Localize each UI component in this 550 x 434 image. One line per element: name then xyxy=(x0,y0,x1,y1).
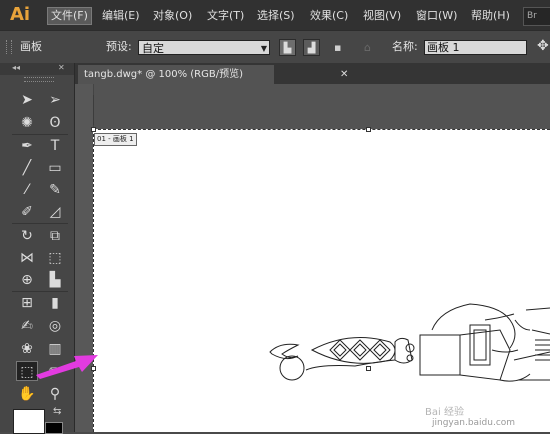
fill-swatch[interactable] xyxy=(13,409,45,434)
pen-tool-icon[interactable]: ✒ xyxy=(16,136,38,156)
artboard-name-input[interactable]: 画板 1 xyxy=(424,40,527,55)
type-tool-icon[interactable]: T xyxy=(44,136,66,156)
direct-selection-tool-icon[interactable]: ➢ xyxy=(44,90,66,110)
width-tool-icon[interactable]: ⋈ xyxy=(16,248,38,268)
document-tab-title: tangb.dwg* @ 100% (RGB/预览) xyxy=(84,69,243,80)
annotation-arrow-icon xyxy=(36,355,98,379)
shape-builder-tool-icon[interactable]: ⊕ xyxy=(16,270,38,290)
stroke-swatch[interactable] xyxy=(45,422,63,434)
collapse-icon[interactable]: ◂◂ xyxy=(12,63,20,72)
close-icon[interactable]: ✕ xyxy=(58,63,65,72)
blend-tool-icon[interactable]: ◎ xyxy=(44,316,66,336)
menu-edit[interactable]: 编辑(E) xyxy=(102,8,140,24)
artboard-label: 01 - 画板 1 xyxy=(94,133,137,146)
drawing-path xyxy=(419,334,461,376)
tools-grip-icon[interactable] xyxy=(24,77,54,82)
panel-grip-icon[interactable] xyxy=(6,40,12,54)
rectangle-tool-icon[interactable]: ▭ xyxy=(44,158,66,178)
swap-colors-icon[interactable]: ⇆ xyxy=(53,406,61,417)
document-tab[interactable]: tangb.dwg* @ 100% (RGB/预览) ✕ xyxy=(78,65,348,84)
landscape-icon[interactable]: ▟ xyxy=(303,39,320,56)
new-artboard-icon[interactable]: ▪ xyxy=(334,41,341,54)
blob-brush-tool-icon[interactable]: ✐ xyxy=(16,202,38,222)
tools-divider xyxy=(12,223,68,224)
move-icon[interactable]: ✥ xyxy=(537,38,549,54)
drawing-path xyxy=(279,355,305,381)
app-logo: Ai xyxy=(9,4,31,25)
lasso-tool-icon[interactable]: ʘ xyxy=(44,113,66,133)
drawing-path xyxy=(310,337,396,364)
drawing-path xyxy=(394,337,413,364)
scale-tool-icon[interactable]: ⧉ xyxy=(44,226,66,246)
drawing-path xyxy=(513,307,550,381)
trash-icon[interactable]: ⌂ xyxy=(364,41,371,54)
eyedropper-tool-icon[interactable]: ✍ xyxy=(16,316,38,336)
drawing-path xyxy=(484,313,531,382)
resize-handle[interactable] xyxy=(91,127,96,132)
chevron-down-icon: ▼ xyxy=(260,44,267,53)
preset-select[interactable]: 自定 ▼ xyxy=(138,40,270,55)
magic-wand-tool-icon[interactable]: ✺ xyxy=(16,113,38,133)
menu-select[interactable]: 选择(S) xyxy=(257,8,295,24)
resize-handle[interactable] xyxy=(366,127,371,132)
selection-tool-icon[interactable]: ➤ xyxy=(16,90,38,110)
bridge-button[interactable]: Br xyxy=(523,7,550,26)
selection-handle[interactable] xyxy=(366,366,371,371)
mesh-tool-icon[interactable]: ⊞ xyxy=(16,293,38,313)
close-icon[interactable]: ✕ xyxy=(340,65,348,84)
preset-value: 自定 xyxy=(142,42,164,55)
line-drawing[interactable] xyxy=(260,290,550,410)
eraser-tool-icon[interactable]: ◿ xyxy=(44,202,66,222)
drawing-path xyxy=(333,343,387,357)
tools-panel-header: ◂◂ ✕ xyxy=(0,63,74,75)
watermark-url: jingyan.baidu.com xyxy=(432,418,516,428)
gradient-tool-icon[interactable]: ▮ xyxy=(44,293,66,313)
name-label: 名称: xyxy=(392,40,418,53)
pencil-tool-icon[interactable]: ✎ xyxy=(44,180,66,200)
panel-name: 画板 xyxy=(20,40,42,53)
menu-view[interactable]: 视图(V) xyxy=(363,8,401,24)
paintbrush-tool-icon[interactable]: ⁄ xyxy=(16,180,38,200)
menu-file[interactable]: 文件(F) xyxy=(47,7,92,25)
tools-divider xyxy=(12,291,68,292)
guide-line xyxy=(93,95,94,125)
drawing-path xyxy=(469,324,491,366)
zoom-tool-icon[interactable]: ⚲ xyxy=(44,384,66,404)
menu-effect[interactable]: 效果(C) xyxy=(310,8,348,24)
menu-type[interactable]: 文字(T) xyxy=(207,8,244,24)
menu-window[interactable]: 窗口(W) xyxy=(416,8,457,24)
portrait-icon[interactable]: ▙ xyxy=(279,39,296,56)
line-segment-tool-icon[interactable]: ╱ xyxy=(16,158,38,178)
menu-help[interactable]: 帮助(H) xyxy=(471,8,510,24)
menu-object[interactable]: 对象(O) xyxy=(153,8,192,24)
drawing-path xyxy=(329,339,391,361)
rotate-tool-icon[interactable]: ↻ xyxy=(16,226,38,246)
free-transform-tool-icon[interactable]: ⬚ xyxy=(44,248,66,268)
drawing-path xyxy=(459,329,511,381)
perspective-grid-tool-icon[interactable]: ▙ xyxy=(44,270,66,290)
watermark-logo: Bai 经验 xyxy=(425,407,464,418)
drawing-path xyxy=(535,339,550,361)
tools-divider xyxy=(12,134,68,135)
hand-tool-icon[interactable]: ✋ xyxy=(16,384,38,404)
preset-label: 预设: xyxy=(106,40,132,53)
